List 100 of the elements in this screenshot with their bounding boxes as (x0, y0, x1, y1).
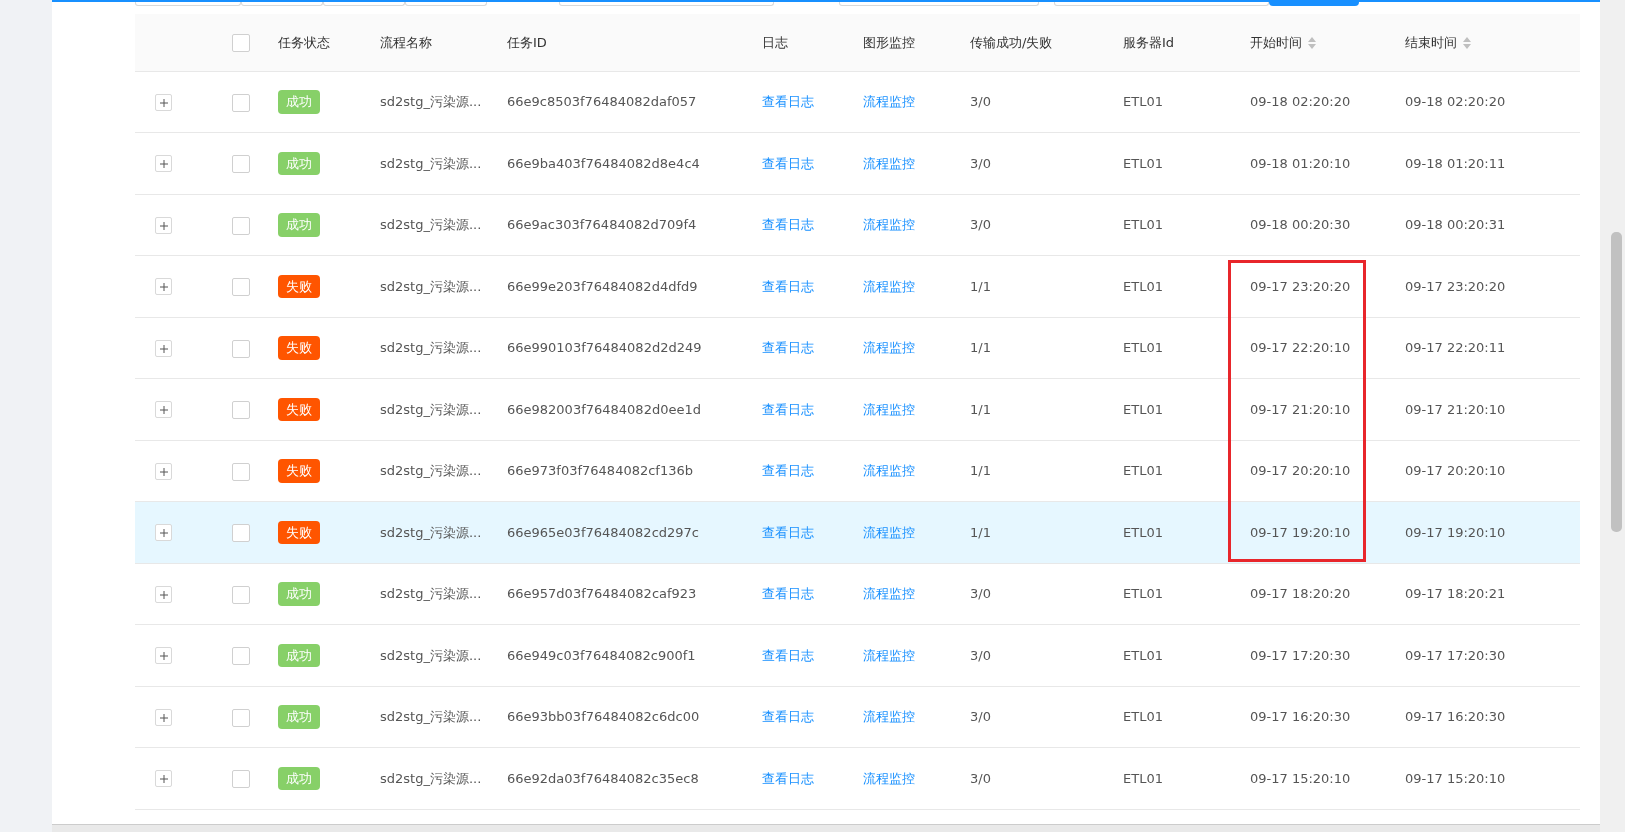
checkbox[interactable] (232, 401, 250, 419)
plus-icon (159, 406, 168, 414)
view-log-link[interactable]: 查看日志 (762, 401, 814, 417)
column-header: 日志 (762, 34, 788, 50)
expand-button[interactable] (155, 647, 172, 664)
expand-button[interactable] (155, 339, 172, 357)
table-cell: 66e9ac303f76484082d709f4 (507, 217, 697, 232)
flow-monitor-link[interactable]: 流程监控 (863, 94, 915, 109)
view-log-link[interactable]: 查看日志 (762, 586, 814, 601)
table-cell: sd2stg_污染源... (380, 155, 482, 171)
flow-monitor-link[interactable]: 流程监控 (863, 709, 915, 724)
column-header: 传输成功/失败 (970, 34, 1053, 50)
table-cell: 66e982003f76484082d0ee1d (507, 401, 701, 417)
flow-monitor-link[interactable]: 流程监控 (863, 647, 915, 663)
filter-field[interactable] (839, 2, 1039, 6)
filter-field[interactable] (135, 2, 241, 6)
table-cell: 09-18 02:20:20 (1405, 94, 1506, 109)
expand-button[interactable] (155, 462, 172, 480)
expand-button[interactable] (155, 278, 172, 295)
table-cell: 66e973f03f76484082cf136b (507, 463, 693, 478)
checkbox[interactable] (232, 34, 250, 52)
column-header: 任务ID (507, 34, 547, 50)
checkbox[interactable] (232, 462, 250, 481)
search-button[interactable] (1269, 2, 1359, 6)
flow-monitor-link[interactable]: 流程监控 (863, 401, 915, 417)
table-cell: 66e957d03f76484082caf923 (507, 586, 697, 601)
checkbox[interactable] (232, 524, 250, 542)
view-log-link[interactable]: 查看日志 (762, 278, 814, 294)
table-cell: sd2stg_污染源... (380, 401, 482, 417)
plus-icon (159, 590, 168, 599)
plus-icon (159, 775, 168, 783)
table-cell: 09-18 00:20:31 (1405, 217, 1506, 232)
view-log-link[interactable]: 查看日志 (762, 463, 814, 478)
table-cell: 09-17 20:20:10 (1250, 463, 1351, 478)
flow-monitor-link[interactable]: 流程监控 (863, 463, 915, 478)
view-log-link[interactable]: 查看日志 (762, 217, 814, 232)
table-cell: ETL01 (1123, 155, 1163, 171)
table-cell: 66e949c03f76484082c900f1 (507, 647, 696, 663)
checkbox[interactable] (232, 278, 250, 296)
table-cell: 09-18 01:20:10 (1250, 155, 1351, 171)
table-cell: ETL01 (1123, 586, 1163, 601)
table-cell: sd2stg_污染源... (380, 770, 482, 786)
table-cell: 3/0 (970, 770, 991, 786)
sort-icon[interactable] (1308, 37, 1316, 49)
flow-monitor-link[interactable]: 流程监控 (863, 278, 915, 294)
status-tag: 成功 (278, 90, 320, 114)
expand-button[interactable] (155, 93, 172, 111)
view-log-link[interactable]: 查看日志 (762, 340, 814, 355)
expand-button[interactable] (155, 216, 172, 234)
filter-field[interactable] (241, 2, 323, 6)
view-log-link[interactable]: 查看日志 (762, 647, 814, 663)
table-cell: 09-17 23:20:20 (1405, 278, 1506, 294)
checkbox[interactable] (232, 770, 250, 788)
plus-icon (159, 344, 168, 353)
table-cell: 66e990103f76484082d2d249 (507, 340, 702, 355)
table-cell: sd2stg_污染源... (380, 647, 482, 663)
view-log-link[interactable]: 查看日志 (762, 94, 814, 109)
view-log-link[interactable]: 查看日志 (762, 524, 814, 540)
table-cell: sd2stg_污染源... (380, 340, 482, 355)
plus-icon (159, 221, 168, 230)
flow-monitor-link[interactable]: 流程监控 (863, 217, 915, 232)
table-cell: sd2stg_污染源... (380, 94, 482, 109)
checkbox[interactable] (232, 216, 250, 235)
flow-monitor-link[interactable]: 流程监控 (863, 524, 915, 540)
table-cell: sd2stg_污染源... (380, 278, 482, 294)
table-cell: ETL01 (1123, 340, 1163, 355)
filter-field[interactable] (405, 2, 487, 6)
expand-button[interactable] (155, 155, 172, 172)
checkbox[interactable] (232, 585, 250, 604)
flow-monitor-link[interactable]: 流程监控 (863, 586, 915, 601)
expand-button[interactable] (155, 708, 172, 726)
table-cell: 09-17 22:20:11 (1405, 340, 1506, 355)
filter-field[interactable] (323, 2, 405, 6)
filter-field[interactable] (1054, 2, 1269, 6)
expand-button[interactable] (155, 770, 172, 787)
filter-field[interactable] (559, 2, 774, 6)
plus-icon (159, 283, 168, 291)
table-cell: 3/0 (970, 94, 991, 109)
flow-monitor-link[interactable]: 流程监控 (863, 340, 915, 355)
table-cell: 66e92da03f76484082c35ec8 (507, 770, 699, 786)
view-log-link[interactable]: 查看日志 (762, 155, 814, 171)
expand-button[interactable] (155, 585, 172, 603)
horizontal-scrollbar[interactable] (52, 824, 1600, 832)
table-cell: 09-17 19:20:10 (1405, 524, 1506, 540)
expand-button[interactable] (155, 401, 172, 418)
table-cell: ETL01 (1123, 217, 1163, 232)
table-cell: 09-18 00:20:30 (1250, 217, 1351, 232)
checkbox[interactable] (232, 93, 250, 112)
checkbox[interactable] (232, 339, 250, 358)
flow-monitor-link[interactable]: 流程监控 (863, 155, 915, 171)
sort-icon[interactable] (1463, 37, 1471, 49)
flow-monitor-link[interactable]: 流程监控 (863, 770, 915, 786)
view-log-link[interactable]: 查看日志 (762, 709, 814, 724)
checkbox[interactable] (232, 708, 250, 727)
table-cell: 09-17 16:20:30 (1250, 709, 1351, 724)
scrollbar-thumb[interactable] (1611, 232, 1622, 532)
expand-button[interactable] (155, 524, 172, 541)
view-log-link[interactable]: 查看日志 (762, 770, 814, 786)
checkbox[interactable] (232, 647, 250, 665)
checkbox[interactable] (232, 155, 250, 173)
